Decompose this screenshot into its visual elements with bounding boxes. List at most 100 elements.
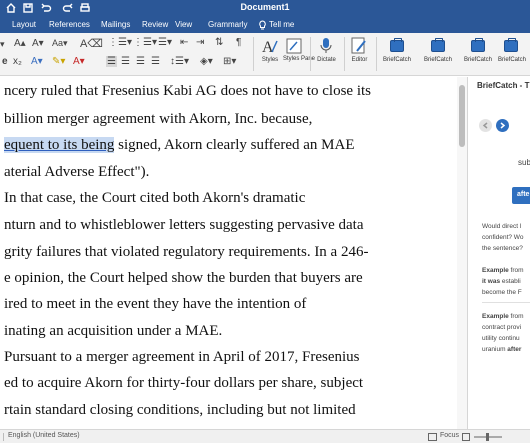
sort-icon[interactable]: ⇅	[215, 37, 223, 48]
tab-layout[interactable]: Layout	[12, 20, 36, 29]
tell-me-search[interactable]: Tell me	[269, 20, 294, 29]
doc-line: billion merger agreement with Akorn, Inc…	[4, 111, 313, 127]
language-indicator[interactable]: English (United States)	[8, 432, 80, 439]
ribbon-separator	[310, 37, 311, 71]
multilevel-list-icon[interactable]: ☰▾	[158, 37, 172, 48]
arrow-right-icon	[500, 122, 506, 129]
briefcatch-icon[interactable]	[390, 38, 404, 52]
tab-grammarly[interactable]: Grammarly	[208, 20, 248, 29]
tab-review[interactable]: Review	[142, 20, 168, 29]
tab-view[interactable]: View	[175, 20, 192, 29]
example-line: become the F	[482, 289, 522, 296]
increase-indent-icon[interactable]: ⇥	[196, 37, 204, 48]
briefcatch-pane: BriefCatch - T sub afte Would direct l c…	[467, 77, 530, 429]
doc-line: equent to its being signed, Akorn clearl…	[4, 137, 354, 154]
vertical-scrollbar[interactable]	[457, 77, 467, 429]
dictate-label: Dictate	[317, 57, 336, 63]
focus-button[interactable]: Focus	[440, 432, 459, 439]
ribbon-tabs: Layout References Mailings Review View G…	[0, 17, 530, 33]
doc-line: In that case, the Court cited both Akorn…	[4, 190, 306, 206]
arrow-left-icon	[482, 122, 488, 129]
doc-line-rest: signed, Akorn clearly suffered an MAE	[114, 137, 355, 153]
pilcrow-icon[interactable]: ¶	[236, 37, 241, 48]
microphone-icon[interactable]	[319, 37, 333, 55]
example-text: from	[508, 267, 524, 274]
doc-line: e opinion, the Court helped show the bur…	[4, 270, 363, 286]
doc-line: ired to meet in the event they have the …	[4, 296, 307, 312]
print-layout-icon[interactable]	[462, 433, 470, 441]
explanation-line: confident? Wo	[482, 234, 524, 241]
shrink-font-icon[interactable]: A▾	[32, 38, 44, 49]
selected-text[interactable]: equent to its being	[4, 137, 115, 153]
styles-icon[interactable]: A	[261, 37, 279, 55]
example-text: uranium	[482, 346, 508, 353]
example-label: Example	[482, 267, 509, 274]
title-bar: Document1	[0, 0, 530, 17]
numbering-icon[interactable]: ⋮☰▾	[133, 37, 157, 48]
doc-line: nturn and to whistleblower letters sugge…	[4, 217, 364, 233]
doc-line: rtain standard closing conditions, inclu…	[4, 402, 356, 418]
line-spacing-icon[interactable]: ↕☰▾	[170, 56, 189, 67]
styles-pane-icon[interactable]	[286, 38, 302, 54]
align-left-icon[interactable]: ☰	[106, 56, 117, 67]
doc-line: ncery ruled that Fresenius Kabi AG does …	[4, 83, 372, 99]
justify-icon[interactable]: ☰	[151, 56, 160, 67]
briefcatch-label: BriefCatch	[382, 57, 411, 63]
briefcatch-label: BriefCatch	[463, 57, 492, 63]
example-line: Example from	[482, 267, 524, 274]
status-separator	[3, 433, 4, 441]
zoom-slider-handle[interactable]	[486, 433, 489, 441]
change-case-icon: Aa	[52, 38, 64, 48]
ribbon-separator	[344, 37, 345, 71]
briefcatch-icon[interactable]	[504, 38, 518, 52]
pane-title: BriefCatch - T	[477, 81, 530, 90]
grow-font-icon[interactable]: A▴	[14, 38, 26, 49]
back-button[interactable]	[479, 119, 492, 132]
doc-line: inating an acquisition under a MAE.	[4, 323, 223, 339]
editor-label: Editor	[351, 57, 368, 63]
document-title: Document1	[240, 2, 290, 12]
subscript-icon[interactable]: x₂	[13, 56, 22, 67]
svg-text:A: A	[262, 39, 274, 55]
align-center-icon[interactable]: ☰	[121, 56, 130, 67]
suggestion-original: sub	[518, 158, 530, 167]
strikethrough-icon[interactable]: e	[2, 56, 8, 67]
example-line: contract provi	[482, 324, 522, 331]
bullets-icon[interactable]: ⋮☰▾	[108, 37, 132, 48]
pane-divider	[482, 302, 530, 303]
clear-formatting-icon[interactable]: A⌫	[80, 37, 103, 50]
briefcatch-icon[interactable]	[471, 38, 485, 52]
example-line: Example from	[482, 313, 524, 320]
lightbulb-icon	[259, 20, 266, 30]
editor-icon[interactable]	[351, 37, 367, 55]
example-text: establi	[500, 278, 521, 285]
explanation-line: Would direct l	[482, 223, 522, 230]
text-effects-icon[interactable]: A▾	[31, 56, 43, 67]
font-size-dropdown[interactable]: ▾	[0, 39, 5, 50]
example-bold: it was	[482, 278, 501, 285]
example-line: utility continu	[482, 335, 520, 342]
focus-icon[interactable]	[428, 433, 437, 441]
suggestion-button[interactable]: afte	[512, 187, 530, 204]
explanation-line: the sentence?	[482, 245, 523, 252]
document-body[interactable]: ncery ruled that Fresenius Kabi AG does …	[0, 77, 457, 429]
decrease-indent-icon[interactable]: ⇤	[180, 37, 188, 48]
font-color-icon[interactable]: A▾	[73, 56, 85, 67]
doc-line: ed to acquire Akorn for thirty-four doll…	[4, 375, 364, 391]
tab-mailings[interactable]: Mailings	[101, 20, 130, 29]
briefcatch-icon[interactable]	[431, 38, 445, 52]
highlight-color-icon[interactable]: ✎▾	[52, 56, 65, 67]
align-right-icon[interactable]: ☰	[136, 56, 145, 67]
scrollbar-thumb[interactable]	[459, 85, 465, 147]
ribbon-separator	[376, 37, 377, 71]
borders-icon[interactable]: ⊞▾	[223, 56, 236, 67]
example-line: it was establi	[482, 278, 521, 285]
ribbon-separator	[253, 37, 254, 71]
shading-icon[interactable]: ◈▾	[200, 56, 213, 67]
change-case-button[interactable]: Aa▾	[52, 38, 68, 49]
styles-pane-label: Styles Pane	[283, 56, 316, 62]
example-bold: after	[507, 346, 522, 353]
forward-button[interactable]	[496, 119, 509, 132]
briefcatch-label: BriefCatch	[497, 57, 526, 63]
tab-references[interactable]: References	[49, 20, 90, 29]
